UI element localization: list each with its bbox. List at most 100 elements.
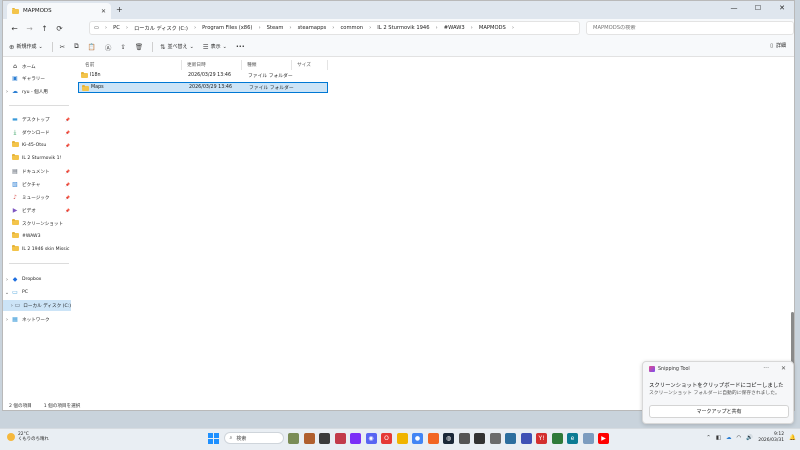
app-icon[interactable]	[520, 432, 532, 444]
more-options-button[interactable]: •••	[236, 44, 245, 50]
breadcrumb-program-files[interactable]: Program Files (x86)	[202, 25, 252, 31]
nav-pc[interactable]: ⌄ ▭ PC	[3, 287, 71, 298]
new-tab-button[interactable]: +	[116, 5, 123, 14]
column-divider[interactable]	[291, 60, 292, 70]
nav-quick-documents[interactable]: ▤ ドキュメント 📌	[3, 166, 71, 177]
breadcrumb-pc[interactable]: PC	[113, 25, 120, 31]
search-box[interactable]	[586, 21, 794, 35]
nav-home[interactable]: ⌂ ホーム	[3, 61, 71, 72]
app-icon[interactable]	[350, 432, 361, 444]
minimize-button[interactable]: —	[722, 1, 746, 15]
tray-app-icon[interactable]: ◧	[716, 435, 721, 441]
steam-icon[interactable]: ◍	[443, 432, 454, 444]
chevron-right-icon[interactable]: ›	[3, 277, 11, 283]
game-icon[interactable]	[458, 432, 470, 444]
chevron-up-icon[interactable]: ⌃	[706, 435, 711, 441]
file-explorer-icon[interactable]	[396, 432, 408, 444]
widget-app-icon[interactable]	[303, 432, 315, 444]
column-divider[interactable]	[181, 60, 182, 70]
column-header-size[interactable]: サイズ	[297, 60, 311, 70]
breadcrumb-steam[interactable]: Steam	[267, 25, 284, 31]
up-button[interactable]: ↑	[37, 24, 52, 33]
back-button[interactable]: ←	[7, 24, 22, 33]
tab-mapmods[interactable]: MAPMODS ✕	[7, 3, 111, 19]
start-button[interactable]	[208, 432, 219, 444]
table-row[interactable]: Maps 2026/03/29 13:46 ファイル フォルダー	[78, 82, 328, 93]
nav-quick-waw3[interactable]: #WAW3	[3, 231, 71, 242]
edge-icon[interactable]: e	[567, 432, 578, 444]
nav-quick-desktop[interactable]: ▬ デスクトップ 📌	[3, 114, 71, 125]
breadcrumb-il2[interactable]: IL 2 Sturmovik 1946	[377, 25, 429, 31]
app-icon[interactable]	[427, 432, 439, 444]
view-button[interactable]: ☰ 表示 ⌄	[203, 43, 227, 51]
breadcrumb-common[interactable]: common	[340, 25, 363, 31]
breadcrumb-waw3[interactable]: #WAW3	[444, 25, 465, 31]
column-header-type[interactable]: 種類	[247, 60, 256, 70]
nav-onedrive[interactable]: › ☁ ryu - 個人用	[3, 86, 71, 97]
column-header-name[interactable]: 名前	[85, 60, 94, 70]
app-icon[interactable]	[505, 432, 516, 444]
nav-dropbox[interactable]: › ◆ Dropbox	[3, 274, 71, 285]
new-button[interactable]: ⊕ 新規作成 ⌄	[9, 43, 43, 51]
nav-quick-ki45[interactable]: Ki-45-Otsu 📌	[3, 140, 71, 151]
app-icon[interactable]	[334, 432, 346, 444]
markup-share-button[interactable]: マークアップと共有	[649, 405, 789, 418]
chevron-right-icon[interactable]: ›	[3, 89, 11, 95]
app-icon[interactable]	[582, 432, 594, 444]
nav-quick-music[interactable]: ♪ ミュージック 📌	[3, 192, 71, 203]
nav-network[interactable]: › ▦ ネットワーク	[3, 314, 71, 325]
nav-gallery[interactable]: ▣ ギャラリー	[3, 73, 71, 84]
forward-button[interactable]: →	[22, 24, 37, 33]
weather-widget[interactable]: 22°C くもりのち晴れ	[7, 432, 49, 443]
yahoo-icon[interactable]: Y!	[536, 432, 547, 444]
breadcrumb-mapmods[interactable]: MAPMODS	[479, 25, 506, 31]
game-icon[interactable]	[489, 432, 501, 444]
snipping-tool-notification[interactable]: Snipping Tool ··· ✕ スクリーンショットをクリップボードにコピ…	[642, 361, 794, 424]
paste-button[interactable]: 📋	[88, 43, 96, 51]
nav-quick-pictures[interactable]: ▧ ピクチャ 📌	[3, 179, 71, 190]
volume-icon[interactable]: 🔊	[746, 435, 753, 441]
details-button[interactable]: ▯ 詳細	[770, 42, 786, 50]
breadcrumb-steamapps[interactable]: steamapps	[298, 25, 327, 31]
delete-button[interactable]: 🗑	[135, 43, 143, 51]
chrome-icon[interactable]: ●	[412, 432, 423, 444]
close-icon[interactable]: ✕	[781, 365, 786, 372]
clock[interactable]: 9:12 2026/03/31	[758, 432, 784, 443]
onedrive-icon[interactable]: ☁	[726, 435, 732, 441]
notification-bell-icon[interactable]: 🔔	[789, 435, 796, 441]
nav-quick-downloads[interactable]: ⤓ ダウンロード 📌	[3, 127, 71, 138]
nav-quick-video[interactable]: ▶ ビデオ 📌	[3, 205, 71, 216]
column-divider[interactable]	[327, 60, 328, 70]
column-divider[interactable]	[241, 60, 242, 70]
column-header-modified[interactable]: 更新日時	[187, 60, 206, 70]
rename-button[interactable]: Ⓐ	[105, 42, 112, 52]
chevron-right-icon[interactable]: ›	[3, 317, 11, 323]
maximize-button[interactable]: ☐	[746, 1, 770, 15]
table-row[interactable]: I18n 2026/03/29 13:46 ファイル フォルダー	[78, 70, 328, 81]
nav-local-disk[interactable]: › ▭ ローカル ディスク (C:)	[3, 300, 71, 311]
refresh-button[interactable]: ⟳	[52, 24, 67, 33]
copy-button[interactable]: ⧉	[74, 42, 79, 51]
nav-quick-il2[interactable]: IL 2 Sturmovik 1!	[3, 153, 71, 164]
game-icon[interactable]	[474, 432, 485, 444]
taskbar-search[interactable]: ⌕ 検索	[223, 432, 284, 444]
breadcrumb-local-disk[interactable]: ローカル ディスク (C:)	[134, 25, 188, 32]
sort-button[interactable]: ⇅ 並べ替え ⌄	[160, 43, 194, 51]
wifi-icon[interactable]: ◠	[737, 435, 742, 441]
close-window-button[interactable]: ✕	[770, 1, 794, 15]
opera-icon[interactable]: O	[381, 432, 392, 444]
widget-app-icon[interactable]	[288, 432, 299, 444]
chevron-down-icon[interactable]: ⌄	[3, 290, 11, 296]
app-icon[interactable]	[551, 432, 563, 444]
youtube-icon[interactable]: ▶	[598, 432, 609, 444]
discord-icon[interactable]: ◉	[365, 432, 377, 444]
close-tab-icon[interactable]: ✕	[101, 8, 106, 15]
more-options-icon[interactable]: ···	[763, 365, 769, 372]
address-bar[interactable]: ▭ › PC › ローカル ディスク (C:) › Program Files …	[89, 21, 580, 35]
nav-quick-screenshots[interactable]: スクリーンショット	[3, 218, 71, 229]
cut-button[interactable]: ✂	[60, 43, 65, 51]
share-button[interactable]: ⇪	[120, 43, 125, 51]
nav-quick-skin-missions[interactable]: IL 2 1946 skin Missic	[3, 244, 71, 255]
task-view-icon[interactable]	[319, 432, 330, 444]
search-input[interactable]	[593, 25, 773, 31]
